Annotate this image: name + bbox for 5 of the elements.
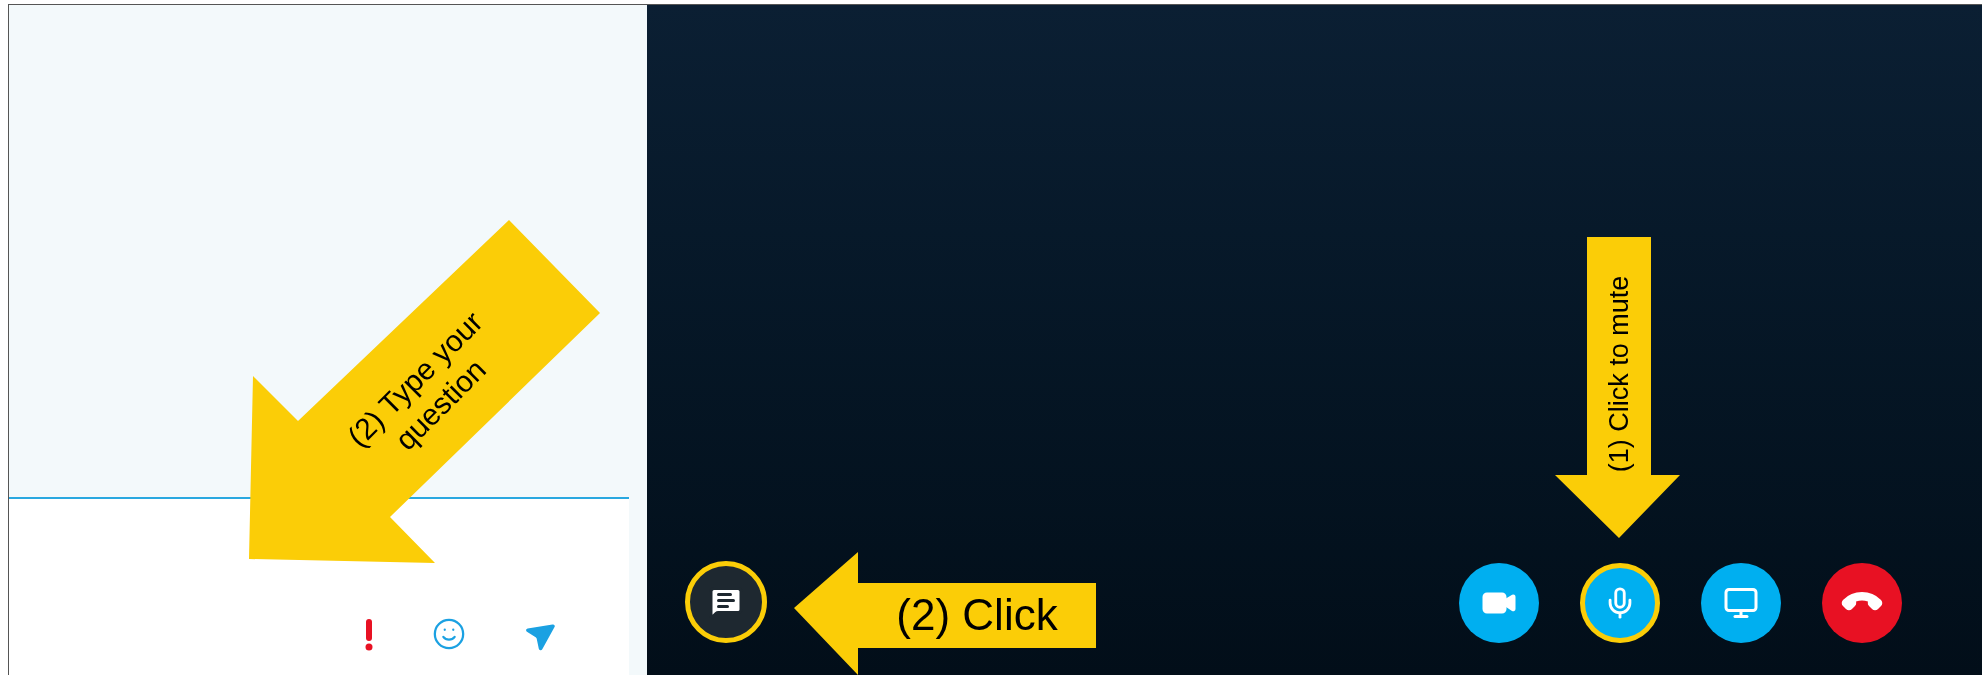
emoji-icon[interactable] [432, 617, 466, 651]
annotation-text: (2) Click [896, 590, 1058, 640]
priority-icon[interactable] [364, 619, 374, 651]
monitor-icon [1723, 585, 1759, 621]
annotation-text: (1) Click to mute [1604, 275, 1634, 473]
